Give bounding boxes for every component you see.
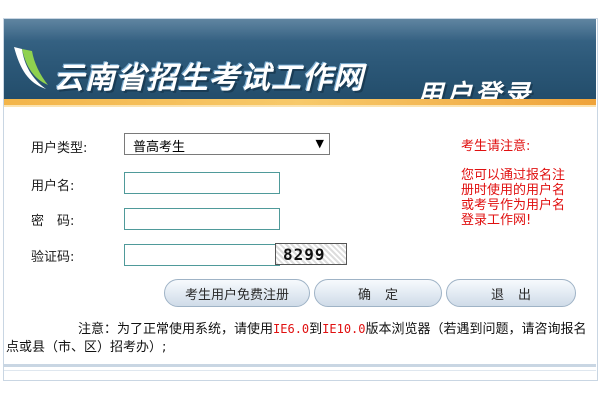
captcha-label: 验证码: [31,250,75,265]
exit-button[interactable]: 退出 [446,279,576,307]
notice-body: 您可以通过报名注册时使用的用户名或考号作为用户名登录工作网! [461,168,566,228]
bottom-divider [4,364,596,367]
browser-notice: 注意：为了正常使用系统，请使用IE6.0到IE10.0版本浏览器（若遇到问题，请… [6,320,592,357]
footnote-to: 到 [309,322,323,337]
footnote-prefix: 注意：为了正常使用系统，请使用 [78,322,274,337]
bottom-divider-light [4,370,596,371]
accent-bar-light [4,105,596,107]
notice-title: 考生请注意: [461,139,531,154]
confirm-button[interactable]: 确定 [314,279,442,307]
captcha-code: 8299 [283,245,326,264]
site-title: 云南省招生考试工作网 [54,61,364,96]
captcha-image[interactable]: 8299 [275,243,347,265]
dropdown-arrow-icon: ▼ [315,137,324,150]
username-label: 用户名: [31,179,75,194]
footnote-ie10: IE10.0 [322,322,366,336]
user-type-selected: 普高考生 [133,140,186,155]
user-type-label: 用户类型: [31,141,88,156]
password-input[interactable] [124,208,280,230]
register-button[interactable]: 考生用户免费注册 [164,279,310,307]
footnote-ie6: IE6.0 [273,322,310,336]
username-input[interactable] [124,172,280,194]
login-title: 用户登录 [417,80,534,99]
swoosh-logo-icon [14,47,48,89]
password-label: 密 码: [31,214,75,229]
captcha-input[interactable] [124,244,280,266]
banner-shine [4,19,596,41]
header-banner: 云南省招生考试工作网 用户登录 [4,19,596,99]
user-type-select[interactable]: 普高考生 ▼ [124,133,330,155]
